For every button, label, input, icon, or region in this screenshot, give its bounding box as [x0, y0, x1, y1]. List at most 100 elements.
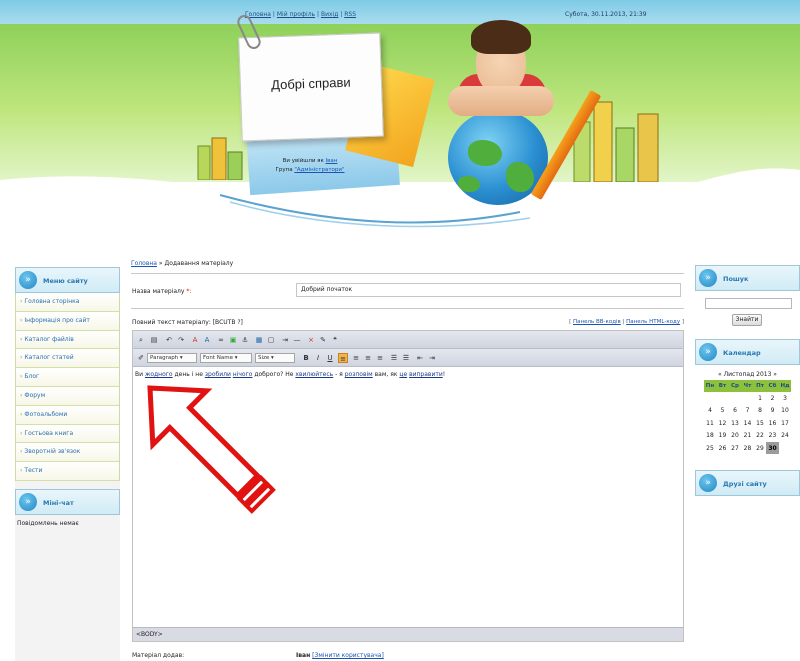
- menu-panel-title: Меню сайту: [43, 277, 88, 285]
- calendar-day[interactable]: 25: [704, 442, 717, 454]
- calendar-day[interactable]: 24: [779, 430, 792, 442]
- italic-icon[interactable]: I: [313, 353, 323, 363]
- indent-more-icon[interactable]: ⇥: [427, 353, 437, 363]
- menu-item-label: Гостьова книга: [24, 429, 74, 437]
- calendar-day[interactable]: 8: [754, 405, 767, 417]
- menu-item-articles[interactable]: › Каталог статей: [16, 349, 119, 369]
- html-code-panel-link[interactable]: Панель HTML-коду: [626, 319, 680, 325]
- menu-item-photos[interactable]: › Фотоальбоми: [16, 405, 119, 425]
- calendar-day[interactable]: 1: [754, 392, 767, 404]
- calendar-day[interactable]: 26: [716, 442, 729, 454]
- calendar-day[interactable]: 30: [766, 441, 779, 455]
- menu-item-tests[interactable]: › Тести: [16, 462, 119, 481]
- chat-panel-title: Міні-чат: [43, 498, 74, 507]
- style-icon[interactable]: ✐: [136, 353, 146, 363]
- calendar-day[interactable]: 5: [716, 405, 729, 417]
- calendar-day[interactable]: 9: [766, 405, 779, 417]
- quote-icon[interactable]: ❝: [330, 335, 340, 345]
- calendar-day[interactable]: 15: [754, 417, 767, 429]
- calendar-day[interactable]: 19: [716, 430, 729, 442]
- undo-icon[interactable]: ↶: [164, 335, 174, 345]
- weekday: Пт: [753, 380, 767, 393]
- user-link[interactable]: Іван: [326, 158, 338, 164]
- font-name-select[interactable]: Font Name ▾: [200, 353, 252, 363]
- page-icon[interactable]: ▢: [266, 335, 276, 345]
- indent-icon[interactable]: ⇥: [280, 335, 290, 345]
- menu-item-forum[interactable]: › Форум: [16, 386, 119, 406]
- paragraph-select[interactable]: Paragraph ▾: [147, 353, 197, 363]
- logged-in-label: Ви увійшли як: [282, 158, 324, 164]
- menu-item-about[interactable]: › Інформація про сайт: [16, 311, 119, 331]
- arrow-icon: ›: [20, 335, 23, 343]
- calendar-day[interactable]: 17: [779, 417, 792, 429]
- calendar-day[interactable]: 21: [741, 430, 754, 442]
- calendar-day[interactable]: 13: [729, 417, 742, 429]
- clean-icon[interactable]: ✎: [318, 335, 328, 345]
- bg-color-icon[interactable]: A: [202, 335, 212, 345]
- menu-item-label: Головна сторінка: [24, 298, 80, 305]
- menu-item-blog[interactable]: › Блог: [16, 368, 119, 387]
- table-icon[interactable]: ▦: [254, 335, 264, 345]
- city-illustration-left: [197, 137, 243, 180]
- bb-code-panel-link[interactable]: Панель BB-кодів: [573, 319, 621, 325]
- link-icon[interactable]: ∞: [216, 335, 226, 345]
- red-arrow-annotation-icon: [147, 385, 276, 514]
- numbered-list-icon[interactable]: ☰: [401, 353, 411, 363]
- calendar-panel-title: Календар: [723, 349, 761, 357]
- horizontal-rule-icon[interactable]: —: [292, 335, 302, 345]
- calendar-month-nav[interactable]: « Листопад 2013 »: [695, 365, 800, 380]
- menu-item-feedback[interactable]: › Зворотній зв'язок: [16, 443, 119, 463]
- search-box: Знайти: [695, 291, 800, 339]
- font-size-select[interactable]: Size ▾: [255, 353, 295, 363]
- calendar-day[interactable]: 14: [741, 417, 754, 429]
- align-right-icon[interactable]: ≡: [363, 353, 373, 363]
- site-header: Головна | Мій профіль | Вихід | RSS Субо…: [0, 0, 800, 245]
- search-button[interactable]: Знайти: [732, 314, 762, 326]
- calendar-day[interactable]: 29: [754, 442, 767, 454]
- menu-item-label: Зворотній зв'язок: [24, 448, 81, 456]
- calendar-day[interactable]: 10: [779, 405, 792, 417]
- paste-icon[interactable]: ▤: [149, 335, 159, 345]
- calendar-day[interactable]: 22: [754, 430, 767, 442]
- image-icon[interactable]: ▣: [228, 335, 238, 345]
- align-left-icon[interactable]: ≡: [338, 353, 348, 363]
- calendar-day[interactable]: 27: [729, 442, 742, 454]
- menu-item-home[interactable]: › Головна сторінка: [16, 293, 119, 312]
- find-icon[interactable]: ⌕: [136, 335, 146, 345]
- nav-logout-link[interactable]: Вихід: [321, 11, 338, 18]
- bold-icon[interactable]: B: [301, 353, 311, 363]
- calendar-day[interactable]: 23: [766, 430, 779, 442]
- outdent-icon[interactable]: ⇤: [415, 353, 425, 363]
- group-link[interactable]: "Адміністратори": [294, 167, 344, 173]
- underline-icon[interactable]: U: [325, 353, 335, 363]
- calendar-day[interactable]: 28: [741, 442, 754, 454]
- calendar-day[interactable]: 16: [766, 417, 779, 429]
- calendar-day[interactable]: 12: [716, 417, 729, 429]
- calendar-day[interactable]: 6: [729, 405, 742, 417]
- calendar-day[interactable]: 3: [779, 392, 792, 404]
- align-justify-icon[interactable]: ≡: [375, 353, 385, 363]
- calendar-day[interactable]: 7: [741, 405, 754, 417]
- nav-rss-link[interactable]: RSS: [344, 11, 356, 18]
- remove-format-icon[interactable]: ×: [306, 335, 316, 345]
- left-sidebar: » Меню сайту › Головна сторінка › Інформац…: [15, 267, 120, 661]
- anchor-icon[interactable]: ⚓: [240, 335, 250, 345]
- search-input[interactable]: [705, 298, 792, 309]
- calendar-day[interactable]: 11: [704, 417, 717, 429]
- menu-item-guestbook[interactable]: › Гостьова книга: [16, 424, 119, 444]
- align-center-icon[interactable]: ≡: [351, 353, 361, 363]
- text-color-icon[interactable]: A: [190, 335, 200, 345]
- calendar-day[interactable]: 4: [704, 405, 717, 417]
- calendar-day[interactable]: 18: [704, 430, 717, 442]
- title-input[interactable]: Добрий початок: [296, 283, 681, 297]
- bullet-list-icon[interactable]: ☰: [389, 353, 399, 363]
- menu-item-files[interactable]: › Каталог файлів: [16, 330, 119, 350]
- calendar-day[interactable]: 2: [766, 392, 779, 404]
- calendar-day[interactable]: 20: [729, 430, 742, 442]
- arrow-icon: ›: [20, 354, 23, 362]
- nav-profile-link[interactable]: Мій профіль: [277, 11, 315, 18]
- change-user-link[interactable]: [Змінити користувача]: [312, 652, 384, 659]
- redo-icon[interactable]: ↷: [176, 335, 186, 345]
- breadcrumb-home-link[interactable]: Головна: [131, 260, 157, 267]
- nav-separator: |: [272, 11, 275, 18]
